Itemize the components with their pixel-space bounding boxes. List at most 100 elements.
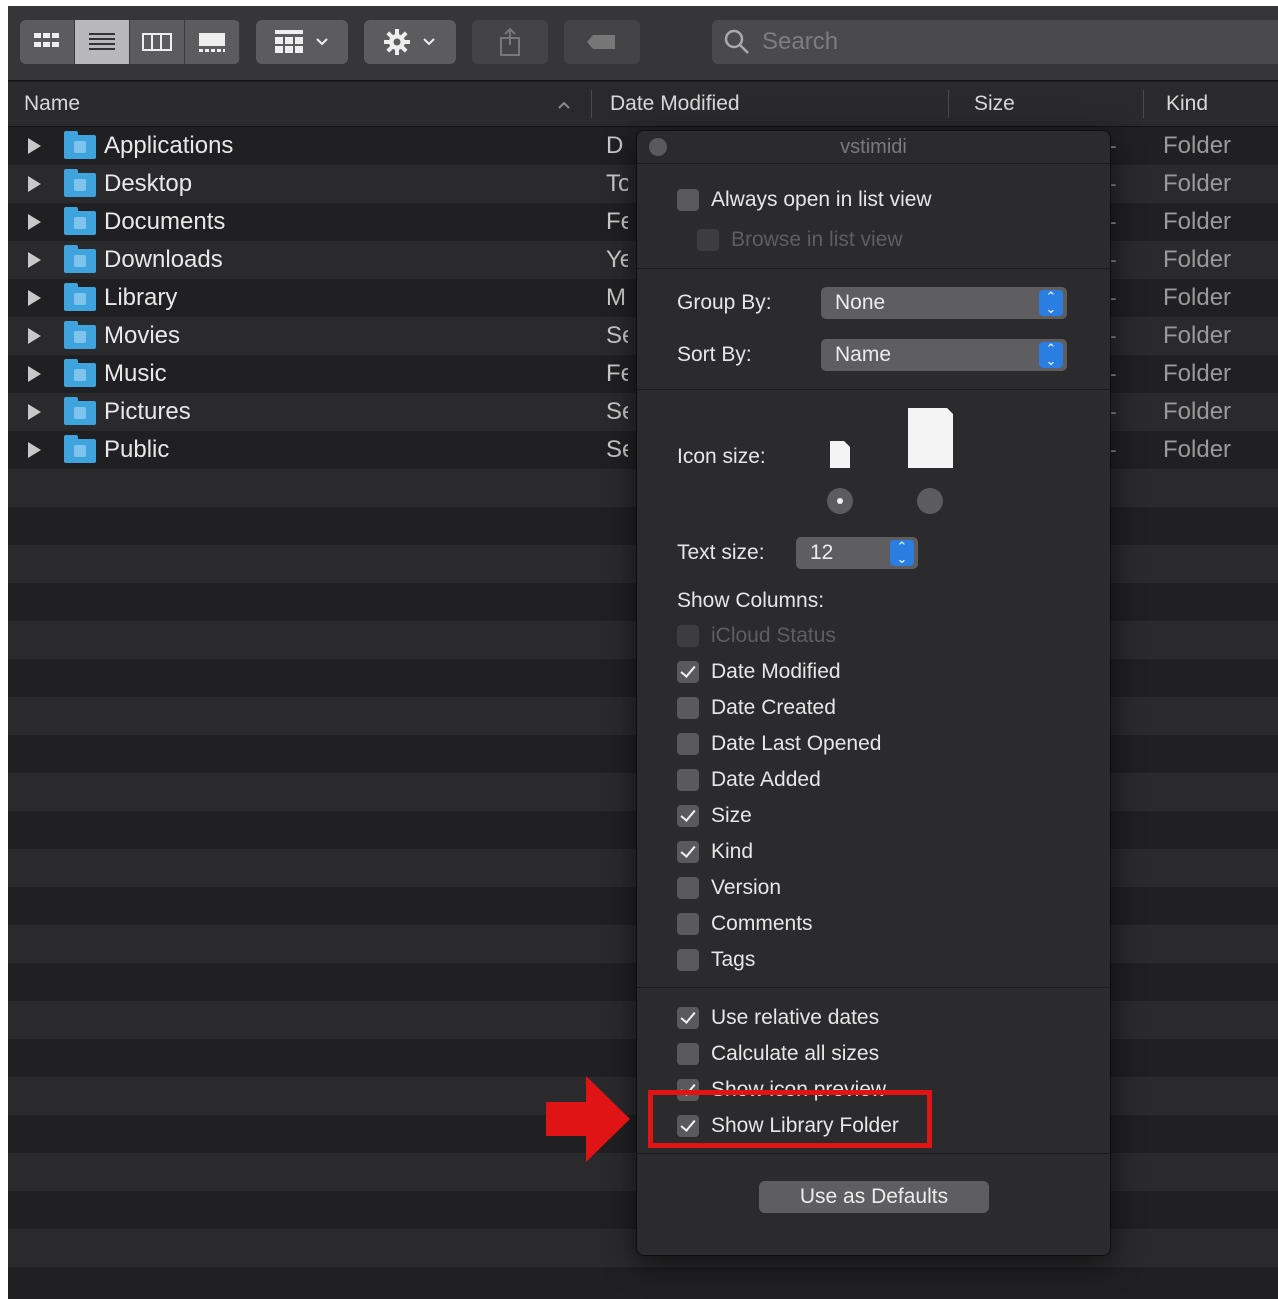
- action-menu-button[interactable]: [364, 20, 456, 64]
- column-divider[interactable]: [1143, 90, 1144, 118]
- column-divider[interactable]: [591, 90, 592, 118]
- chevron-down-icon: [316, 38, 328, 46]
- disclosure-triangle-icon[interactable]: [28, 404, 41, 420]
- browse-in-list-view-checkbox: Browse in list view: [697, 226, 903, 254]
- show-column-checkbox[interactable]: Date Last Opened: [677, 730, 881, 758]
- columns-icon: [142, 33, 172, 51]
- tag-button[interactable]: [564, 20, 640, 64]
- sort-by-label: Sort By:: [677, 343, 752, 366]
- chevron-down-icon: [423, 38, 435, 46]
- disclosure-triangle-icon[interactable]: [28, 366, 41, 382]
- disclosure-triangle-icon[interactable]: [28, 138, 41, 154]
- checkbox-box[interactable]: [677, 913, 699, 935]
- view-mode-segmented-control: [20, 20, 240, 64]
- view-option-checkbox[interactable]: Calculate all sizes: [677, 1040, 879, 1068]
- list-view-button[interactable]: [75, 20, 130, 64]
- date-modified-column-header[interactable]: Date Modified: [610, 82, 740, 126]
- use-as-defaults-button[interactable]: Use as Defaults: [759, 1181, 989, 1213]
- divider: [637, 987, 1110, 988]
- name-column-header[interactable]: Name: [24, 82, 80, 126]
- view-option-checkbox[interactable]: Use relative dates: [677, 1004, 879, 1032]
- show-column-checkbox[interactable]: Comments: [677, 910, 813, 938]
- file-kind: Folder: [1163, 436, 1232, 463]
- disclosure-triangle-icon[interactable]: [28, 252, 41, 268]
- checkbox-label: Date Modified: [711, 660, 841, 683]
- date-modified-column-label: Date Modified: [610, 92, 740, 115]
- search-icon: [724, 29, 749, 54]
- file-name: Movies: [104, 322, 181, 349]
- disclosure-triangle-icon[interactable]: [28, 328, 41, 344]
- stepper-chevron-icon: ⌃ ⌄: [890, 540, 914, 566]
- gallery-view-button[interactable]: [185, 20, 240, 64]
- column-view-button[interactable]: [130, 20, 185, 64]
- folder-icon: [64, 245, 96, 273]
- checkbox-label: Size: [711, 804, 752, 827]
- file-kind: Folder: [1163, 398, 1232, 425]
- divider: [637, 389, 1110, 390]
- checkbox-box: [697, 229, 719, 251]
- always-open-list-view-checkbox[interactable]: Always open in list view: [677, 186, 932, 214]
- icon-size-small-radio[interactable]: [827, 488, 853, 514]
- file-name: Desktop: [104, 170, 193, 197]
- disclosure-triangle-icon[interactable]: [28, 176, 41, 192]
- panel-title: vstimidi: [637, 131, 1110, 164]
- view-options-panel: vstimidi Always open in list view Browse…: [636, 130, 1111, 1256]
- show-column-checkbox[interactable]: Date Added: [677, 766, 821, 794]
- show-column-checkbox[interactable]: Kind: [677, 838, 753, 866]
- text-size-value: 12: [810, 541, 834, 564]
- search-input[interactable]: [760, 27, 1204, 57]
- search-field[interactable]: [712, 20, 1278, 64]
- group-menu-button[interactable]: [256, 20, 348, 64]
- file-name: Public: [104, 436, 170, 463]
- folder-icon: [64, 207, 96, 235]
- show-column-checkbox[interactable]: Version: [677, 874, 781, 902]
- kind-column-header[interactable]: Kind: [1166, 82, 1208, 126]
- highlight-box: [648, 1090, 932, 1148]
- checkbox-box[interactable]: [677, 1007, 699, 1029]
- checkbox-box[interactable]: [677, 733, 699, 755]
- checkbox-box[interactable]: [677, 697, 699, 719]
- file-kind: Folder: [1163, 284, 1232, 311]
- sort-ascending-icon[interactable]: [556, 100, 572, 110]
- finder-window: Name Date Modified Size Kind Application…: [8, 6, 1278, 1299]
- name-column-label: Name: [24, 92, 81, 115]
- small-document-icon: [830, 441, 850, 468]
- red-arrow-icon: [546, 1076, 630, 1162]
- close-button[interactable]: [649, 138, 667, 156]
- icon-size-large-radio[interactable]: [917, 488, 943, 514]
- text-size-select[interactable]: 12 ⌃ ⌄: [796, 537, 918, 569]
- checkbox-box[interactable]: [677, 805, 699, 827]
- checkbox-box[interactable]: [677, 877, 699, 899]
- folder-icon: [64, 283, 96, 311]
- show-column-checkbox: iCloud Status: [677, 622, 836, 650]
- checkbox-box[interactable]: [677, 949, 699, 971]
- file-kind: Folder: [1163, 360, 1232, 387]
- show-column-checkbox[interactable]: Tags: [677, 946, 755, 974]
- folder-icon: [64, 169, 96, 197]
- share-button[interactable]: [472, 20, 548, 64]
- disclosure-triangle-icon[interactable]: [28, 214, 41, 230]
- checkbox-box[interactable]: [677, 189, 699, 211]
- checkbox-label: Date Last Opened: [711, 732, 882, 755]
- column-divider[interactable]: [948, 90, 949, 118]
- show-column-checkbox[interactable]: Date Created: [677, 694, 836, 722]
- show-column-checkbox[interactable]: Size: [677, 802, 752, 830]
- group-by-select[interactable]: None ⌃ ⌄: [821, 287, 1067, 319]
- tag-icon: [587, 35, 615, 49]
- disclosure-triangle-icon[interactable]: [28, 442, 41, 458]
- checkbox-label: Use relative dates: [711, 1006, 880, 1029]
- checkbox-box[interactable]: [677, 841, 699, 863]
- show-column-checkbox[interactable]: Date Modified: [677, 658, 841, 686]
- group-grid-icon: [275, 30, 303, 53]
- size-column-header[interactable]: Size: [974, 82, 1015, 126]
- file-date: Se: [606, 436, 628, 463]
- icon-size-label: Icon size:: [677, 445, 766, 468]
- checkbox-label: Kind: [711, 840, 754, 863]
- checkbox-box[interactable]: [677, 1043, 699, 1065]
- sort-by-select[interactable]: Name ⌃ ⌄: [821, 339, 1067, 371]
- checkbox-box[interactable]: [677, 661, 699, 683]
- folder-icon: [64, 435, 96, 463]
- checkbox-box[interactable]: [677, 769, 699, 791]
- disclosure-triangle-icon[interactable]: [28, 290, 41, 306]
- icon-view-button[interactable]: [20, 20, 75, 64]
